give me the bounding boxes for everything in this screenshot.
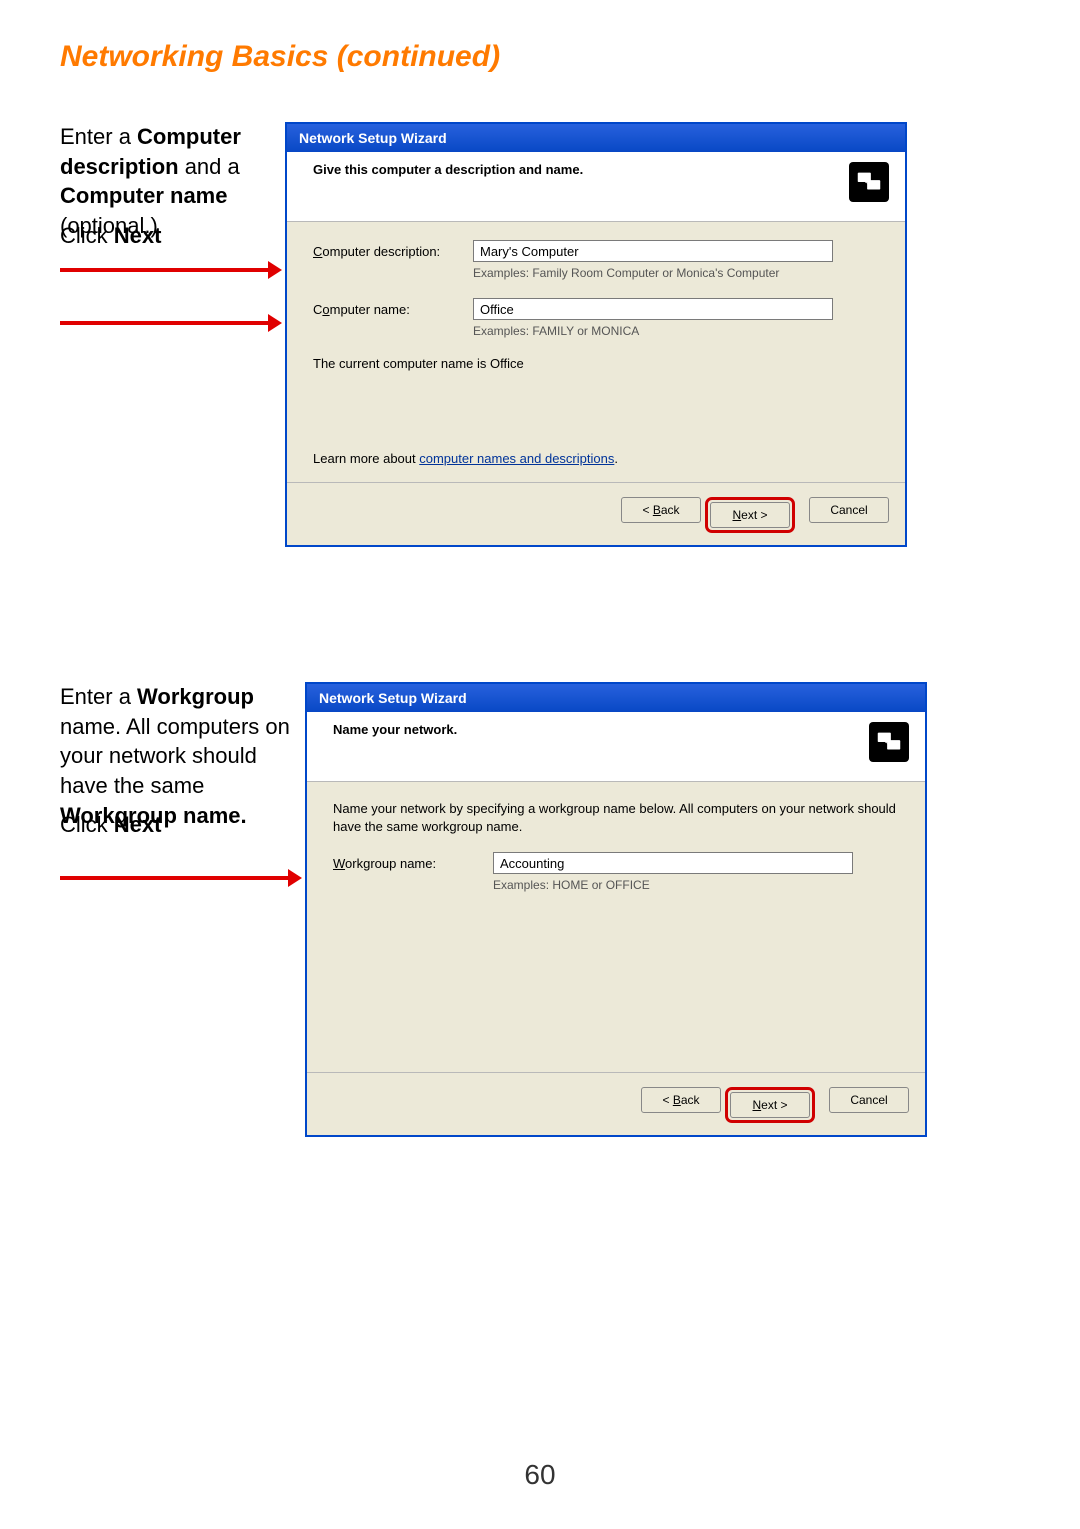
arrow-icon [60,268,270,272]
step-2-click-next: Click Next [60,812,161,838]
text-fragment: Click [60,812,114,837]
text-fragment: Click [60,223,114,248]
wizard-button-bar: < Back Next > Cancel [307,1072,925,1135]
document-page: Networking Basics (continued) Enter a Co… [0,0,1080,1529]
wizard-titlebar: Network Setup Wizard [307,684,925,712]
back-button[interactable]: < Back [641,1087,721,1113]
computer-name-input[interactable] [473,298,833,320]
text-fragment: ack [661,503,680,517]
wizard-header-text: Give this computer a description and nam… [313,162,583,177]
wizard-header: Give this computer a description and nam… [287,152,905,222]
text-fragment: ext > [761,1098,787,1112]
workgroup-note: Name your network by specifying a workgr… [333,800,899,836]
step-1-click-next: Click Next [60,223,161,249]
page-title: Networking Basics (continued) [60,40,1000,74]
step-2-text: Enter a Workgroup name. All computers on… [60,682,295,830]
text-fragment: < [642,503,652,517]
text-fragment: < [662,1093,672,1107]
next-button[interactable]: Next > [730,1092,810,1118]
current-computer-name: The current computer name is Office [313,356,879,371]
text-fragment: mputer name: [330,302,410,317]
learn-more: Learn more about computer names and desc… [313,451,879,466]
text-fragment: orkgroup name: [345,856,436,871]
text-bold: Workgroup [137,684,254,709]
step-2-instructions: Enter a Workgroup name. All computers on… [60,682,305,858]
arrow-icon [60,321,270,325]
arrow-icon [60,876,290,880]
workgroup-name-input[interactable] [493,852,853,874]
computer-description-input[interactable] [473,240,833,262]
wizard-header: Name your network. [307,712,925,782]
underline-char: C [313,244,322,259]
wizard-button-bar: < Back Next > Cancel [287,482,905,545]
cancel-button[interactable]: Cancel [829,1087,909,1113]
name-examples: Examples: FAMILY or MONICA [473,324,879,338]
text-fragment: Enter a [60,684,137,709]
next-highlight: Next > [725,1087,815,1123]
description-examples: Examples: Family Room Computer or Monica… [473,266,879,280]
workgroup-examples: Examples: HOME or OFFICE [493,878,899,892]
back-button[interactable]: < Back [621,497,701,523]
text-fragment: and a [179,154,240,179]
computer-network-icon [869,722,909,762]
computer-name-row: Computer name: [313,298,879,320]
text-bold: Next [114,812,162,837]
wizard-body: Computer description: Examples: Family R… [287,222,905,482]
cancel-button[interactable]: Cancel [809,497,889,523]
underline-char: B [653,503,661,517]
current-name-value: Office [490,356,524,371]
computer-description-row: Computer description: [313,240,879,262]
step-1: Enter a Computer description and a Compu… [60,122,1000,602]
next-highlight: Next > [705,497,795,533]
text-fragment: Learn more about [313,451,419,466]
text-fragment: The current computer name is [313,356,490,371]
text-fragment: omputer description: [322,244,440,259]
workgroup-name-label: Workgroup name: [333,856,493,871]
wizard-header-text: Name your network. [333,722,457,737]
underline-char: N [752,1098,761,1112]
page-number: 60 [0,1459,1080,1491]
step-2: Enter a Workgroup name. All computers on… [60,682,1000,1162]
wizard-1: Network Setup Wizard Give this computer … [285,122,907,547]
wizard-2: Network Setup Wizard Name your network. … [305,682,927,1137]
underline-char: B [673,1093,681,1107]
underline-char: o [322,302,329,317]
next-button[interactable]: Next > [710,502,790,528]
text-fragment: C [313,302,322,317]
text-fragment: name. All computers on your network shou… [60,714,290,798]
computer-network-icon [849,162,889,202]
text-bold: Next [114,223,162,248]
step-1-instructions: Enter a Computer description and a Compu… [60,122,285,269]
underline-char: W [333,856,345,871]
learn-more-link[interactable]: computer names and descriptions [419,451,614,466]
wizard-body: Name your network by specifying a workgr… [307,782,925,1072]
text-fragment: . [614,451,618,466]
computer-description-label: Computer description: [313,244,473,259]
underline-char: N [732,508,741,522]
wizard-titlebar: Network Setup Wizard [287,124,905,152]
workgroup-name-row: Workgroup name: [333,852,899,874]
text-fragment: ack [681,1093,700,1107]
text-fragment: Enter a [60,124,137,149]
text-bold: Computer name [60,183,227,208]
computer-name-label: Computer name: [313,302,473,317]
text-fragment: ext > [741,508,767,522]
